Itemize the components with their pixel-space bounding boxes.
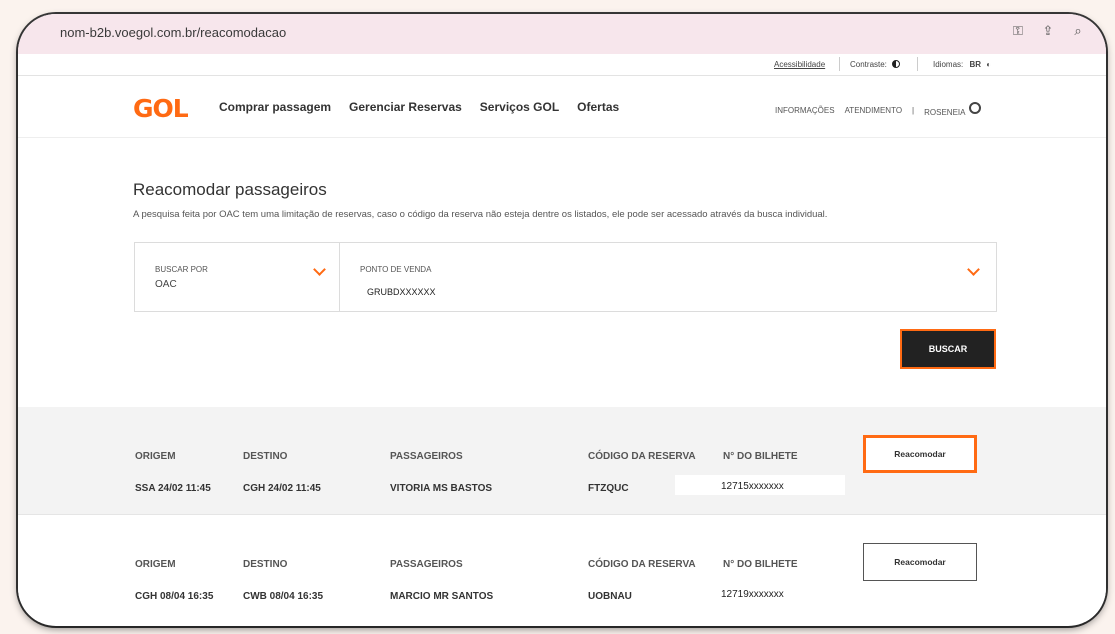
address-bar[interactable]: nom-b2b.voegol.com.br/reacomodacao ⚿ ⇪ ⌕ — [18, 14, 1106, 54]
origin-header: ORIGEM — [135, 451, 176, 462]
share-icon[interactable]: ⇪ — [1040, 23, 1056, 39]
browser-window: nom-b2b.voegol.com.br/reacomodacao ⚿ ⇪ ⌕… — [18, 14, 1106, 626]
reaccommodate-button[interactable]: Reacomodar — [863, 543, 977, 581]
origin-header: ORIGEM — [135, 559, 176, 570]
main-navigation: GOL Comprar passagem Gerenciar Reservas … — [18, 76, 1106, 138]
menu-item-comprar-passagem[interactable]: Comprar passagem — [219, 100, 331, 114]
language-value[interactable]: BR — [969, 60, 981, 69]
result-card: ORIGEM DESTINO PASSAGEIROS CÓDIGO DA RES… — [18, 514, 1106, 622]
support-link[interactable]: ATENDIMENTO — [845, 106, 902, 115]
ticket-number: 12719xxxxxxx — [721, 589, 784, 600]
passengers-header: PASSAGEIROS — [390, 451, 463, 462]
chevron-down-icon[interactable] — [967, 263, 980, 276]
language-label: Idiomas: — [933, 60, 964, 69]
user-name: ROSENEIA — [924, 108, 966, 117]
passenger-name: MARCIO MR SANTOS — [390, 591, 494, 602]
booking-code-header: CÓDIGO DA RESERVA — [588, 451, 696, 462]
account-nav: INFORMAÇÕES ATENDIMENTO | ROSENEIA — [775, 102, 982, 117]
booking-code: FTZQUC — [588, 483, 629, 494]
accessibility-link[interactable]: Acessibilidade — [774, 60, 825, 69]
user-menu[interactable]: ROSENEIA — [924, 102, 982, 117]
search-by-label: BUSCAR POR — [155, 265, 208, 274]
language-icon[interactable]: ◐ — [986, 60, 991, 69]
utility-divider — [839, 57, 840, 71]
passengers-header: PASSAGEIROS — [390, 559, 463, 570]
contrast-label: Contraste: — [850, 60, 887, 69]
key-icon[interactable]: ⚿ — [1010, 23, 1026, 39]
ticket-header: N° DO BILHETE — [723, 451, 798, 462]
search-by-select[interactable]: BUSCAR POR OAC — [135, 243, 340, 311]
point-of-sale-select[interactable]: PONTO DE VENDA GRUBDXXXXXX — [340, 243, 996, 311]
booking-code-header: CÓDIGO DA RESERVA — [588, 559, 696, 570]
utility-bar: Acessibilidade Contraste: Idiomas: BR ◐ — [18, 54, 1106, 76]
user-icon[interactable] — [969, 102, 982, 114]
url-text[interactable]: nom-b2b.voegol.com.br/reacomodacao — [60, 25, 286, 40]
zoom-icon[interactable]: ⌕ — [1070, 23, 1086, 39]
destination-header: DESTINO — [243, 559, 288, 570]
menu-item-gerenciar-reservas[interactable]: Gerenciar Reservas — [349, 100, 462, 114]
page-subtitle: A pesquisa feita por OAC tem uma limitaç… — [133, 209, 828, 220]
page-title: Reacomodar passageiros — [133, 180, 327, 199]
info-link[interactable]: INFORMAÇÕES — [775, 106, 835, 115]
menu-item-ofertas[interactable]: Ofertas — [577, 100, 619, 114]
passenger-name: VITORIA MS BASTOS — [390, 483, 493, 494]
contrast-icon[interactable] — [892, 60, 901, 68]
point-of-sale-label: PONTO DE VENDA — [360, 265, 432, 274]
origin-value: CGH 08/04 16:35 — [135, 591, 214, 602]
booking-code: UOBNAU — [588, 591, 632, 602]
search-button[interactable]: BUSCAR — [900, 329, 996, 369]
menu-item-servicos-gol[interactable]: Serviços GOL — [480, 100, 559, 114]
result-card: ORIGEM DESTINO PASSAGEIROS CÓDIGO DA RES… — [18, 407, 1106, 515]
destination-header: DESTINO — [243, 451, 288, 462]
utility-divider — [917, 57, 918, 71]
gol-logo[interactable]: GOL — [133, 94, 189, 123]
destination-value: CGH 24/02 11:45 — [243, 483, 321, 494]
search-by-value[interactable]: OAC — [155, 279, 177, 290]
chevron-down-icon[interactable] — [313, 263, 326, 276]
search-form: BUSCAR POR OAC PONTO DE VENDA GRUBDXXXXX… — [134, 242, 997, 312]
point-of-sale-value[interactable]: GRUBDXXXXXX — [367, 287, 436, 297]
ticket-header: N° DO BILHETE — [723, 559, 798, 570]
origin-value: SSA 24/02 11:45 — [135, 483, 211, 494]
reaccommodate-button[interactable]: Reacomodar — [863, 435, 977, 473]
destination-value: CWB 08/04 16:35 — [243, 591, 324, 602]
nav-divider: | — [912, 105, 915, 115]
language-selector[interactable]: Idiomas: BR ◐ — [933, 60, 991, 69]
ticket-number: 12715xxxxxxx — [721, 481, 784, 492]
contrast-toggle[interactable]: Contraste: — [850, 60, 901, 69]
address-bar-icons: ⚿ ⇪ ⌕ — [1010, 23, 1086, 39]
main-menu: Comprar passagem Gerenciar Reservas Serv… — [219, 100, 619, 114]
